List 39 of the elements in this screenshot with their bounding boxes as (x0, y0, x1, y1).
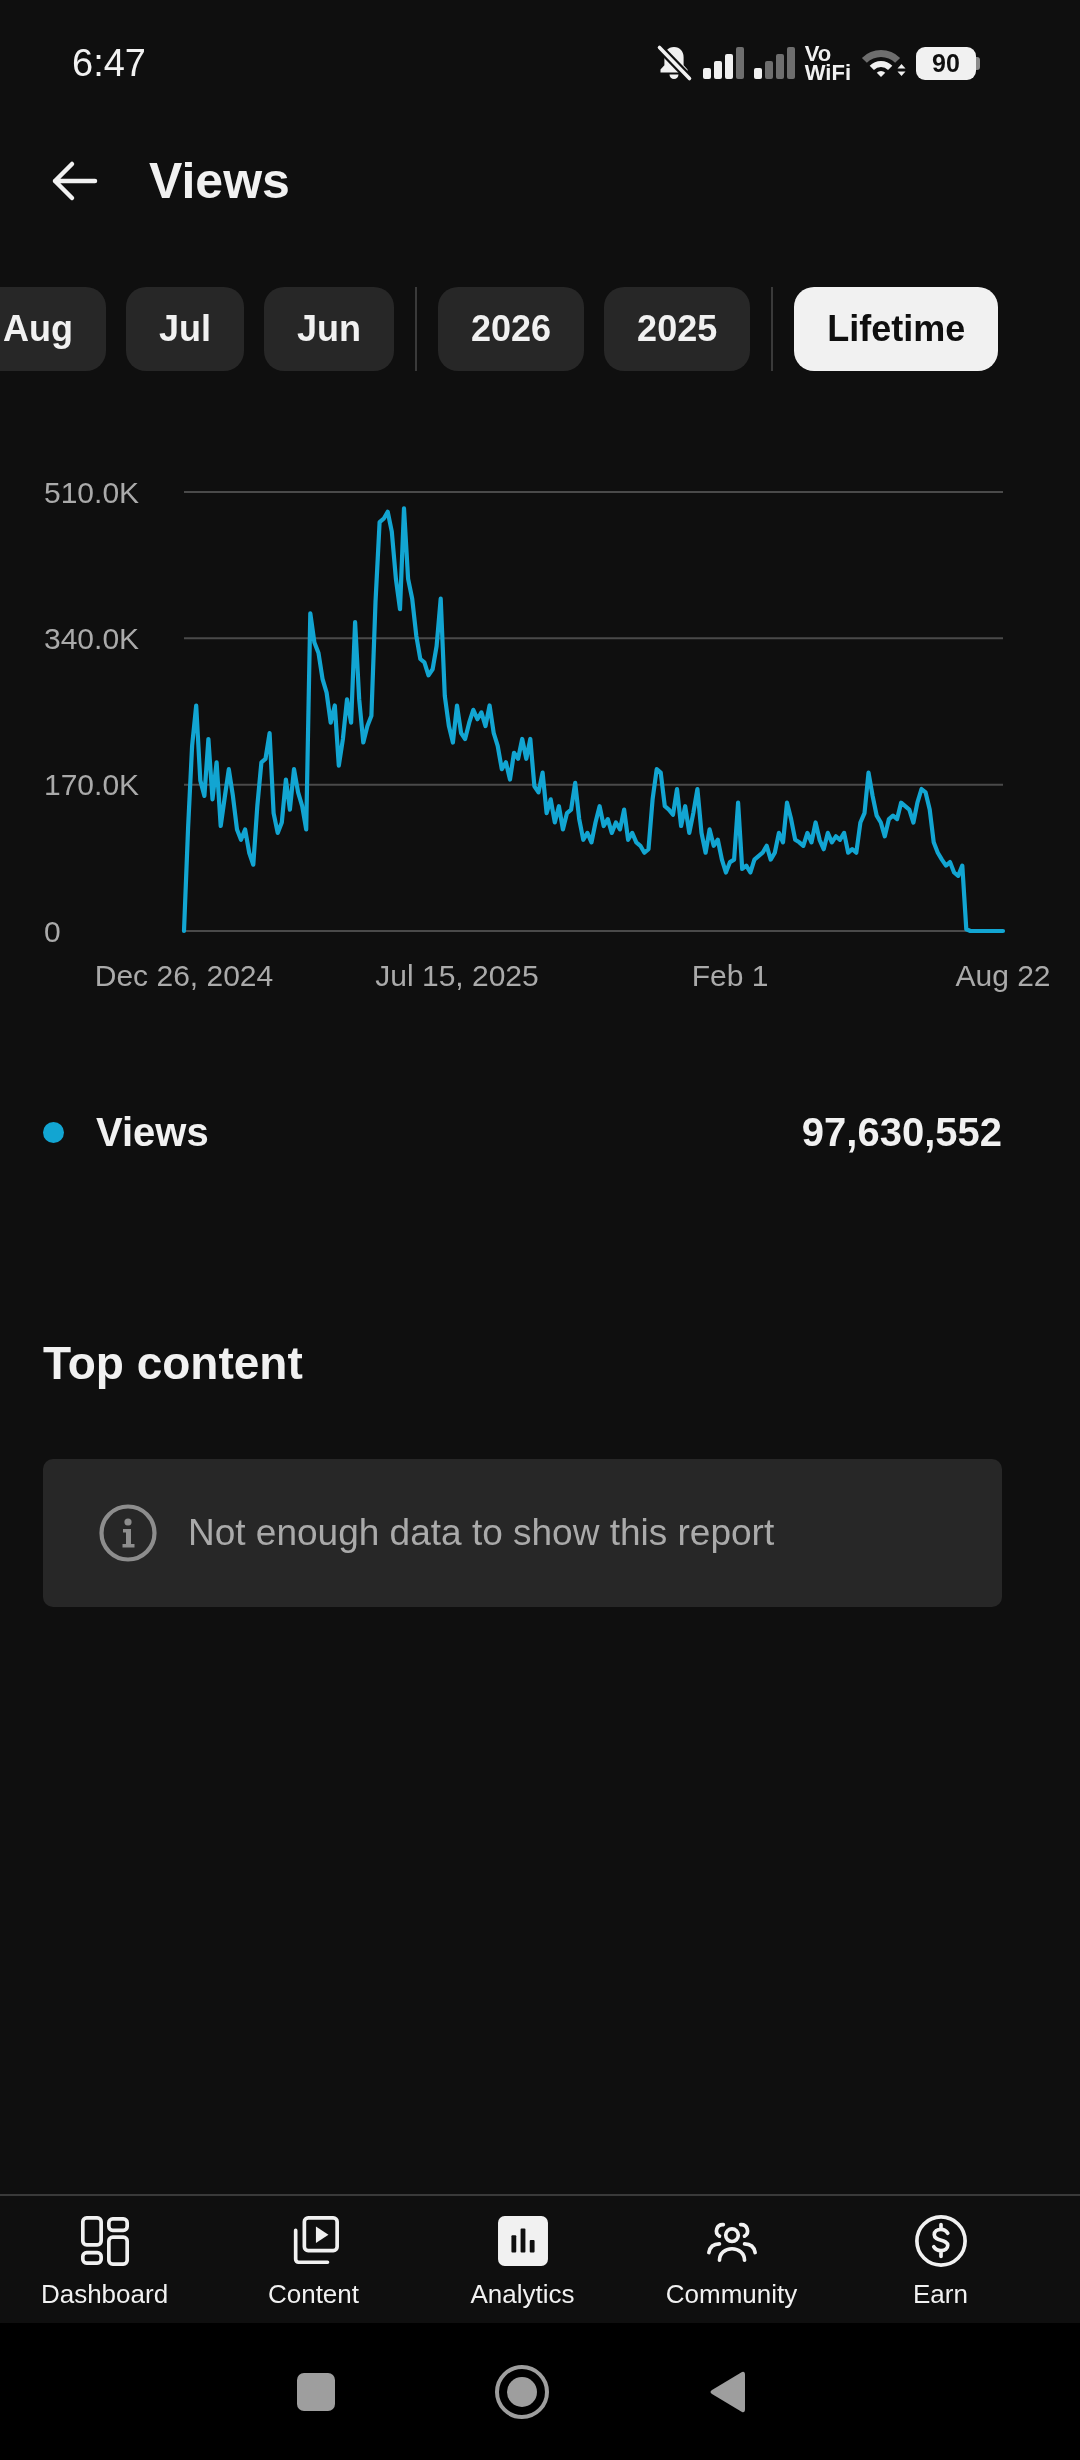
square-icon (297, 2372, 335, 2411)
y-axis-label: 170.0K (44, 768, 140, 802)
x-axis-label: Dec 26, 2024 (94, 958, 274, 992)
x-axis-label: Feb 1 (691, 958, 769, 992)
signal-icon (702, 47, 744, 79)
recents-button[interactable] (297, 2372, 335, 2411)
period-chip[interactable]: Jun (264, 287, 394, 371)
x-axis-label: Aug 22 (955, 958, 1051, 992)
period-chip[interactable]: Aug (0, 287, 106, 371)
back-button[interactable] (50, 160, 98, 202)
battery-indicator: 90 (916, 46, 980, 80)
section-title: Top content (43, 1337, 303, 1389)
vowifi-label: Vo WiFi (804, 44, 851, 82)
period-chip[interactable]: 2026 (438, 287, 585, 371)
nav-tab[interactable]: Earn (836, 2196, 1045, 2323)
clock: 6:47 (72, 41, 146, 85)
empty-message: Not enough data to show this report (188, 1512, 775, 1554)
circle-icon (495, 2364, 549, 2419)
y-axis-label: 340.0K (44, 621, 140, 655)
x-axis-label: Jul 15, 2025 (375, 958, 539, 992)
y-axis-label: 0 (44, 914, 61, 948)
signal-icon (753, 47, 795, 79)
nav-tab[interactable]: Community (627, 2196, 836, 2323)
nav-tab[interactable]: Content (209, 2196, 418, 2323)
nav-tab[interactable]: Dashboard (0, 2196, 209, 2323)
back-arrow-icon (50, 160, 98, 202)
wifi-icon (861, 47, 906, 79)
total-views: 97,630,552 (801, 1109, 1002, 1155)
legend-label: Views (96, 1109, 209, 1155)
info-icon (99, 1504, 157, 1562)
page-title: Views (149, 152, 290, 211)
home-button[interactable] (495, 2364, 549, 2419)
period-chip[interactable]: Jul (126, 287, 244, 371)
period-chip[interactable]: Lifetime (794, 287, 999, 371)
back-nav-button[interactable] (709, 2369, 745, 2414)
y-axis-label: 510.0K (44, 475, 140, 509)
nav-tab[interactable]: Analytics (418, 2196, 627, 2323)
triangle-icon (709, 2369, 745, 2414)
period-chip[interactable]: 2025 (604, 287, 751, 371)
